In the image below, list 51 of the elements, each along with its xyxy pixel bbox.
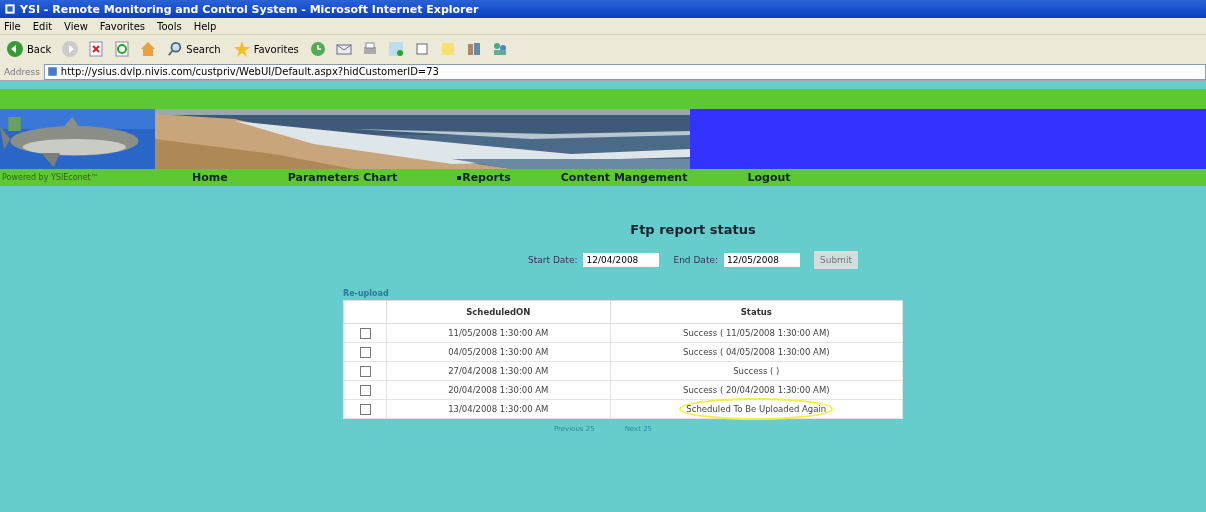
start-date-field[interactable]: 12/04/2008 [583, 253, 660, 267]
star-icon [232, 40, 251, 58]
column-header: Status [610, 300, 903, 324]
table-cell: Success ( 04/05/2008 1:30:00 AM) [683, 347, 830, 357]
favorites-button[interactable]: Favorites [230, 38, 301, 60]
table-cell: 20/04/2008 1:30:00 AM [386, 380, 611, 400]
menu-item[interactable]: File [4, 20, 21, 32]
nav-link[interactable]: Reports [462, 171, 511, 184]
table-cell: Scheduled To Be Uploaded Again [686, 404, 827, 414]
history-icon[interactable] [308, 40, 327, 58]
start-date-label: Start Date: [528, 255, 578, 265]
stop-icon[interactable] [87, 40, 106, 58]
checkbox[interactable] [359, 346, 371, 358]
nav-link[interactable]: Home [192, 171, 228, 184]
column-header: ScheduledON [386, 300, 611, 324]
forward-icon[interactable] [61, 40, 80, 58]
nav-link[interactable]: Parameters Chart [287, 171, 398, 184]
home-icon[interactable] [139, 40, 158, 58]
table-cell: 04/05/2008 1:30:00 AM [386, 342, 611, 362]
menu-item[interactable]: Favorites [99, 20, 145, 32]
end-date-label: End Date: [673, 255, 718, 265]
table-cell: 13/04/2008 1:30:00 AM [386, 399, 611, 419]
refresh-icon[interactable] [113, 40, 132, 58]
window-title: YSI - Remote Monitoring and Control System - Microsoft Internet Explorer [20, 2, 479, 16]
search-button[interactable]: Search [165, 39, 223, 59]
messenger-icon[interactable] [386, 40, 405, 58]
menu-item[interactable]: Edit [32, 20, 53, 32]
powered-by-text: Powered by YSIEconet™ [1, 173, 100, 182]
table-cell: 11/05/2008 1:30:00 AM [386, 323, 611, 343]
nav-link[interactable]: Content Mangement [560, 171, 688, 184]
search-icon [167, 41, 184, 57]
table-cell: Success ( 20/04/2008 1:30:00 AM) [683, 385, 830, 395]
address-field[interactable]: http://ysius.dvlp.nivis.com/custpriv/WebUI/Default.aspx?hidCustomerID=73 [43, 63, 1206, 80]
menu-item[interactable]: View [64, 20, 88, 32]
page-title: Ftp report status [630, 222, 756, 237]
back-button[interactable]: Back [4, 38, 54, 60]
nav-link[interactable]: Logout [747, 171, 791, 184]
menu-item[interactable]: Tools [157, 20, 182, 32]
page-icon [46, 66, 58, 77]
table-cell: Success ( ) [733, 366, 780, 376]
checkbox[interactable] [359, 327, 371, 339]
checkbox[interactable] [359, 365, 371, 377]
menu-item[interactable]: Help [193, 20, 217, 32]
end-date-field[interactable]: 12/05/2008 [724, 253, 800, 267]
checkbox[interactable] [359, 384, 371, 396]
table-cell: 27/04/2008 1:30:00 AM [386, 361, 611, 381]
checkbox[interactable] [359, 403, 371, 415]
browser-icon[interactable] [4, 3, 16, 15]
back-icon [6, 40, 24, 58]
table-cell: Success ( 11/05/2008 1:30:00 AM) [683, 328, 830, 338]
address-label: Address [4, 66, 40, 77]
